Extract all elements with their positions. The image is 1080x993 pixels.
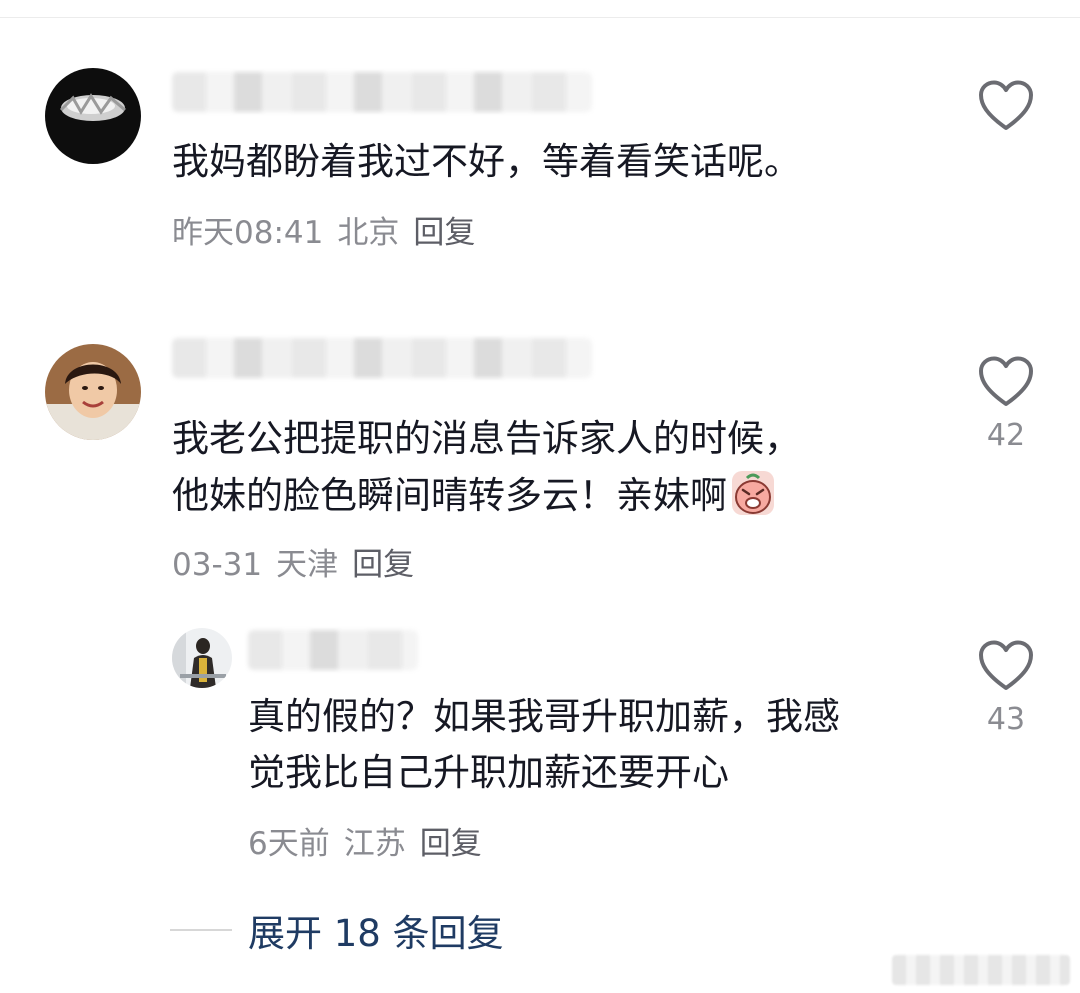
comment-time: 昨天08:41 xyxy=(172,215,324,251)
comment-text-line1: 我老公把提职的消息告诉家人的时候， xyxy=(172,417,801,460)
avatar[interactable] xyxy=(45,344,141,440)
like-button[interactable] xyxy=(974,80,1038,136)
comment-text-line2: 他妹的脸色瞬间晴转多云！亲妹啊 xyxy=(172,467,775,532)
watermark-blurred xyxy=(892,955,1070,985)
comment-location: 天津 xyxy=(276,547,339,583)
heart-icon xyxy=(979,80,1033,130)
expand-divider xyxy=(170,929,232,931)
comment-text-line2-content: 他妹的脸色瞬间晴转多云！亲妹啊 xyxy=(172,474,727,517)
reply-location: 江苏 xyxy=(343,826,406,862)
expand-replies-label: 展开 18 条回复 xyxy=(248,912,504,955)
reply-button[interactable]: 回复 xyxy=(352,547,414,583)
comment-text: 我妈都盼着我过不好，等着看笑话呢。 xyxy=(172,140,801,183)
username-blurred[interactable] xyxy=(248,630,418,670)
reply-text-line2: 觉我比自己升职加薪还要开心 xyxy=(248,751,729,794)
username-blurred[interactable] xyxy=(172,72,592,112)
like-count: 42 xyxy=(986,418,1026,453)
reply-meta: 6天前 江苏 回复 xyxy=(248,818,496,863)
reply-time: 6天前 xyxy=(248,826,330,862)
avatar[interactable] xyxy=(45,68,141,164)
expand-replies-button[interactable]: 展开 18 条回复 xyxy=(170,905,504,955)
heart-icon xyxy=(979,640,1033,690)
avatar[interactable] xyxy=(172,628,232,688)
like-button[interactable]: 43 xyxy=(974,640,1038,737)
username-blurred[interactable] xyxy=(172,338,592,378)
reply-button[interactable]: 回复 xyxy=(413,215,475,251)
reply-text-line1: 真的假的？如果我哥升职加薪，我感 xyxy=(248,695,840,738)
like-count: 43 xyxy=(986,702,1026,737)
reply-button[interactable]: 回复 xyxy=(420,826,482,862)
like-button[interactable]: 42 xyxy=(974,356,1038,453)
comment-location: 北京 xyxy=(337,215,400,251)
comment-time: 03-31 xyxy=(172,547,263,583)
top-divider xyxy=(0,17,1080,18)
comment-meta: 03-31 天津 回复 xyxy=(172,539,428,584)
crying-face-sticker-icon xyxy=(731,470,775,532)
heart-icon xyxy=(979,356,1033,406)
comment-meta: 昨天08:41 北京 回复 xyxy=(172,207,489,252)
